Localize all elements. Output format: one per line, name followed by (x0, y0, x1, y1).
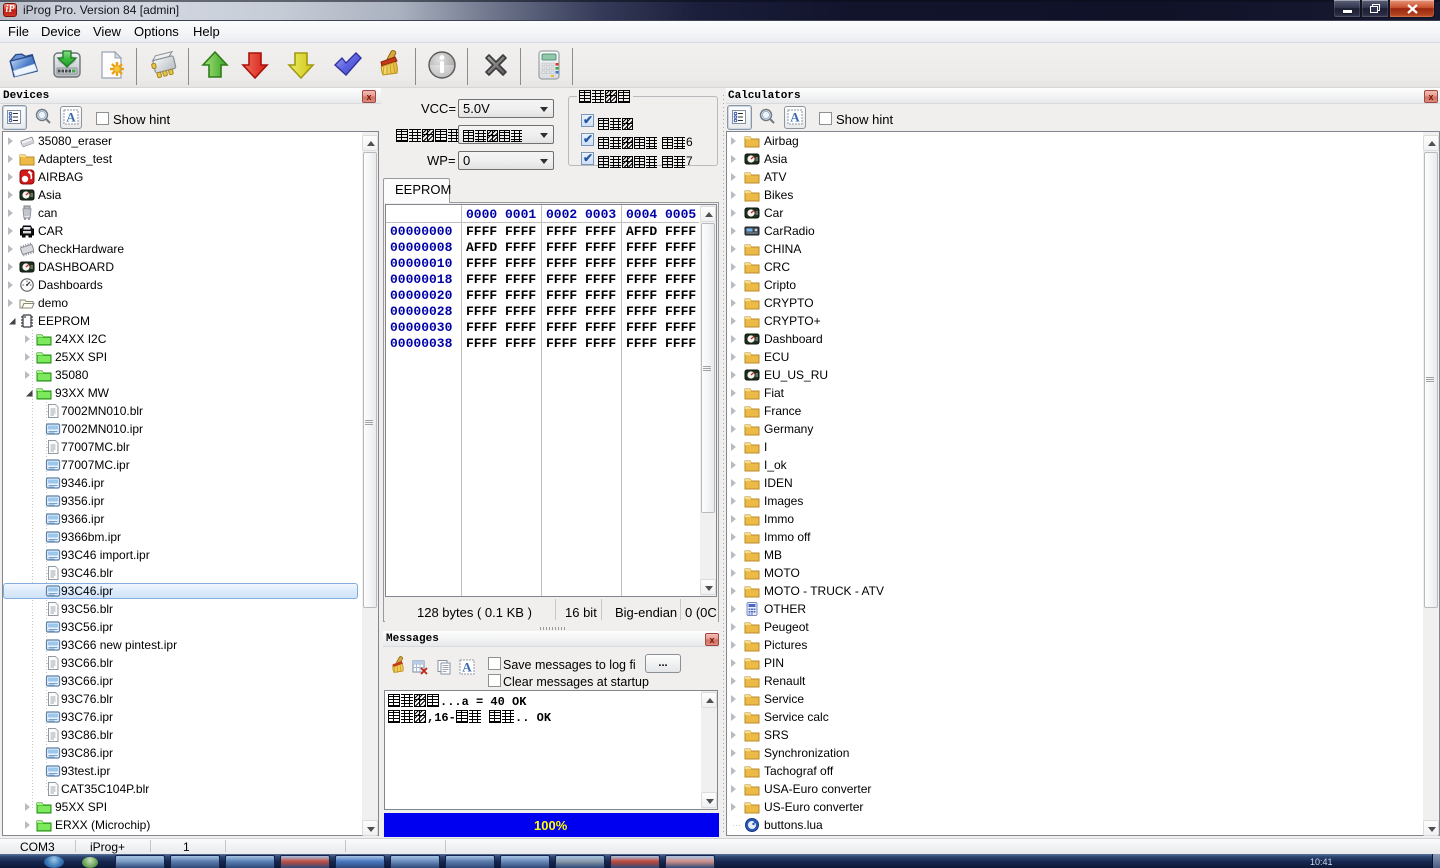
svg-text:A: A (790, 110, 800, 125)
svg-text:A: A (462, 660, 472, 675)
svg-text:A: A (66, 110, 76, 125)
